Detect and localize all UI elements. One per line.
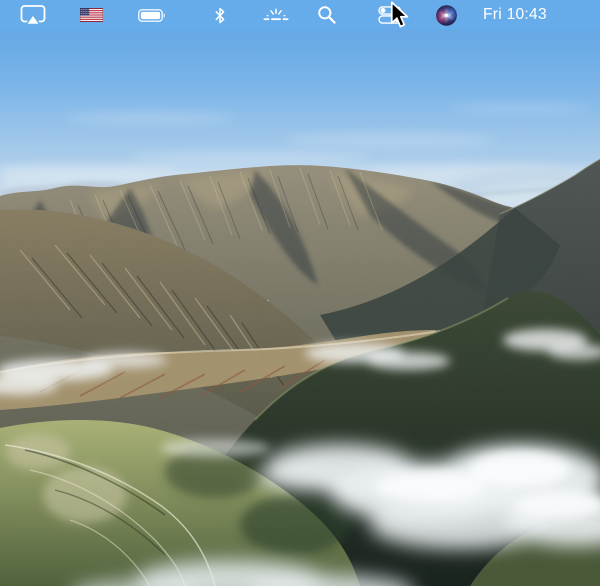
menu-item-bluetooth[interactable]: [214, 2, 226, 28]
siri-icon: [436, 5, 457, 26]
menu-item-screen-mirroring[interactable]: [20, 2, 46, 28]
screen-mirroring-icon: [20, 4, 46, 26]
search-icon: [317, 5, 337, 25]
menu-item-battery[interactable]: [138, 2, 166, 28]
control-center-icon: [378, 6, 402, 24]
menu-item-spotlight[interactable]: [317, 2, 337, 28]
us-flag-icon: [80, 8, 103, 22]
menu-bar-clock[interactable]: Fri 10:43: [483, 6, 547, 24]
grain-texture: [0, 155, 600, 586]
bluetooth-icon: [214, 7, 226, 24]
battery-icon: [138, 9, 166, 22]
menu-item-input-source[interactable]: [80, 2, 103, 28]
menu-item-control-center[interactable]: [378, 2, 402, 28]
keyboard-brightness-icon: [263, 7, 289, 23]
desktop-wallpaper: [0, 0, 600, 586]
menu-item-siri[interactable]: [436, 2, 457, 28]
menu-bar: Fri 10:43: [0, 0, 600, 30]
menu-item-keyboard-brightness[interactable]: [263, 2, 289, 28]
